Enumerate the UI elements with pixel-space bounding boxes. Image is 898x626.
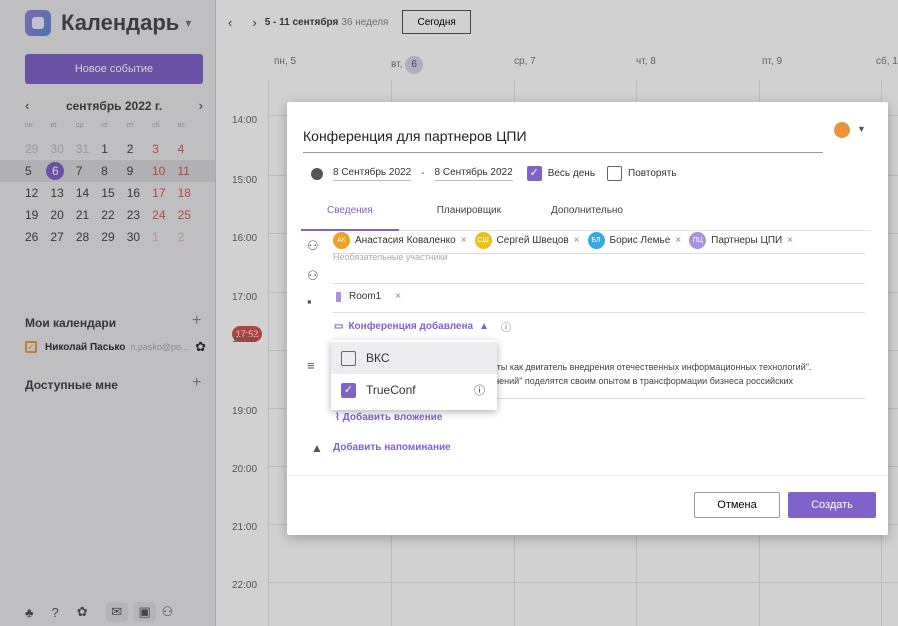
conference-type-dropdown: ВКС ✓ TrueConf ⓘ: [331, 340, 497, 410]
field-underline: [333, 312, 865, 313]
participant-chip[interactable]: ПЦ Партнеры ЦПИ ×: [689, 232, 793, 249]
participant-name: Борис Лемье: [609, 235, 671, 246]
description-icon: ≡: [307, 358, 315, 373]
participant-chip[interactable]: БЛ Борис Лемье ×: [587, 232, 681, 249]
participant-chip[interactable]: АК Анастасия Коваленко ×: [333, 232, 467, 249]
repeat-checkbox[interactable]: [607, 166, 623, 181]
participants-icon: ⚇: [307, 238, 319, 253]
chevron-up-icon[interactable]: ▲: [479, 321, 489, 332]
participant-chip[interactable]: СШ Сергей Швецов ×: [474, 232, 580, 249]
conference-label: Конференция добавлена: [348, 321, 474, 332]
add-reminder-link[interactable]: Добавить напоминание: [333, 442, 451, 453]
avatar: АК: [333, 232, 350, 249]
description-line: менений" поделятся своим опытом в трансф…: [483, 376, 794, 386]
attachment-icon: ⌇: [335, 412, 343, 423]
dropdown-item-vks[interactable]: ВКС: [331, 342, 497, 374]
dropdown-item-label: ВКС: [366, 351, 390, 365]
tab-additional[interactable]: Дополнительно: [527, 205, 649, 231]
room-chip[interactable]: Room1 ×: [336, 291, 401, 302]
room-name: Room1: [349, 291, 382, 302]
date-row: 8 Сентябрь 2022 - 8 Сентябрь 2022 ✓ Весь…: [311, 166, 689, 181]
room-color-icon: [336, 291, 341, 302]
bell-icon: ▲: [311, 441, 323, 455]
dropdown-item-label: TrueConf: [366, 383, 416, 397]
add-attachment-label: Добавить вложение: [342, 412, 443, 423]
remove-icon[interactable]: ×: [461, 235, 467, 246]
event-dialog: Конференция для партнеров ЦПИ ▼ 8 Сентяб…: [287, 102, 888, 535]
cancel-button[interactable]: Отмена: [694, 492, 780, 518]
repeat-label: Повторять: [628, 168, 677, 179]
video-icon: ▭: [334, 321, 344, 332]
clock-icon: [311, 167, 323, 180]
avatar: СШ: [474, 232, 492, 249]
dropdown-item-trueconf[interactable]: ✓ TrueConf ⓘ: [331, 374, 497, 406]
info-icon[interactable]: ⓘ: [501, 319, 511, 334]
optional-participants-input[interactable]: Необязательные участники: [333, 252, 448, 262]
conference-toggle[interactable]: ▭ Конференция добавлена ▲ ⓘ: [334, 319, 511, 334]
remove-icon[interactable]: ×: [574, 235, 580, 246]
add-attachment-link[interactable]: ⌇ Добавить вложение: [335, 412, 442, 423]
avatar: ПЦ: [689, 232, 707, 249]
dialog-tabs: Сведения Планировщик Дополнительно: [301, 205, 871, 231]
checkbox[interactable]: ✓: [341, 382, 356, 398]
chevron-down-icon[interactable]: ▼: [857, 124, 866, 134]
avatar: БЛ: [587, 232, 605, 249]
all-day-checkbox[interactable]: ✓: [526, 166, 542, 181]
all-day-label: Весь день: [547, 168, 596, 179]
participant-name: Партнеры ЦПИ: [711, 235, 783, 246]
remove-icon[interactable]: ×: [395, 291, 401, 302]
participant-name: Сергей Швецов: [496, 235, 569, 246]
info-icon[interactable]: ⓘ: [474, 382, 485, 398]
participant-name: Анастасия Коваленко: [355, 235, 456, 246]
event-color-swatch[interactable]: [834, 122, 850, 138]
create-button[interactable]: Создать: [788, 492, 876, 518]
checkbox[interactable]: [341, 350, 356, 366]
start-date-field[interactable]: 8 Сентябрь 2022: [333, 167, 412, 181]
dialog-divider: [287, 475, 888, 476]
optional-participants-icon: ⚇: [307, 268, 319, 283]
event-title-input[interactable]: Конференция для партнеров ЦПИ: [303, 128, 823, 153]
participants-list: АК Анастасия Коваленко × СШ Сергей Швецо…: [333, 232, 801, 249]
end-date-field[interactable]: 8 Сентябрь 2022: [434, 167, 513, 181]
remove-icon[interactable]: ×: [787, 235, 793, 246]
date-separator: -: [421, 168, 425, 179]
remove-icon[interactable]: ×: [675, 235, 681, 246]
description-text[interactable]: дукты как двигатель внедрения отечествен…: [483, 360, 883, 388]
description-line: дукты как двигатель внедрения отечествен…: [483, 362, 812, 372]
field-underline: [333, 283, 865, 284]
tab-details[interactable]: Сведения: [301, 205, 399, 231]
tab-scheduler[interactable]: Планировщик: [399, 205, 527, 231]
room-icon: ▪: [307, 294, 312, 309]
